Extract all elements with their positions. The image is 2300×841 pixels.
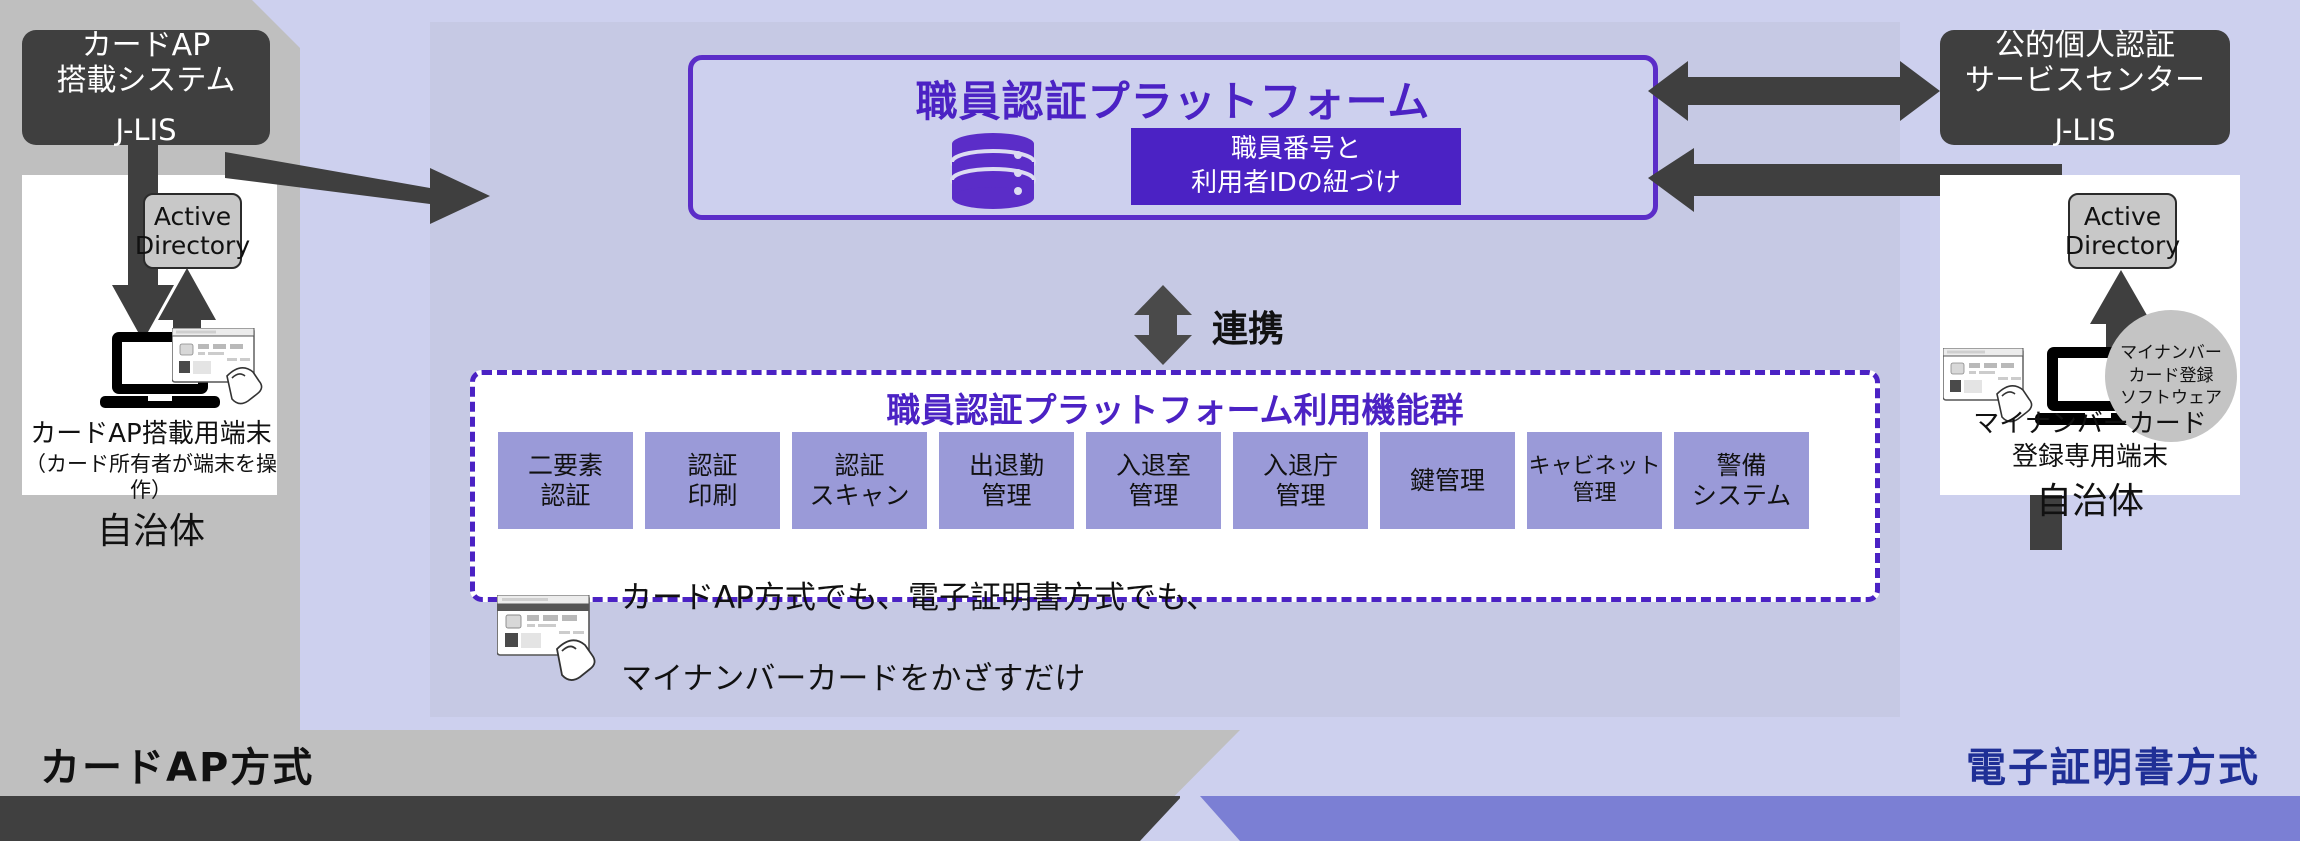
right-system-line1: 公的個人認証 [1995,28,2175,63]
arrow-platform-to-right-system [1648,61,1940,121]
function-box[interactable]: 入退庁 管理 [1233,432,1368,529]
id-linkage-line1: 職員番号と [1230,134,1361,165]
card-tap-icon [497,594,596,681]
function-label-line2: スキャン [809,480,910,510]
software-note-line2: カード登録 [2128,365,2214,386]
banner-left-bar-diagonal [1140,796,1182,841]
id-linkage-line2: 利用者IDの紐づけ [1191,167,1401,198]
function-label-line1: 認証 [687,450,738,480]
function-label-line2: 管理 [1275,480,1326,510]
card-tap-icon [172,328,263,405]
right-system-line2: サービスセンター [1965,63,2205,99]
function-label-line1: 鍵管理 [1409,465,1485,495]
arrow-left-to-platform [225,152,490,224]
left-system-org: J-LIS [115,112,177,147]
banner-right-label: 電子証明書方式 [1966,745,2260,791]
function-label-line2: 管理 [1572,480,1617,506]
platform-title: 職員認証プラットフォーム [915,77,1431,126]
function-box[interactable]: 出退勤 管理 [939,432,1074,529]
function-label-line2: 管理 [1128,480,1179,510]
function-box[interactable]: 鍵管理 [1380,432,1515,529]
active-directory-right: Active Directory [2064,193,2181,269]
left-terminal-line1: カードAP搭載用端末 [30,419,272,449]
function-label-line1: キャビネット [1528,454,1661,480]
function-box[interactable]: 入退室 管理 [1086,432,1221,529]
functions-note: カードAP方式でも、電子証明書方式でも、 マイナンバーカードをかざすだけ [497,538,1217,739]
function-label-line1: 出退勤 [968,450,1044,480]
function-box-row: 二要素 認証 認証 印刷 認証 スキャン 出退勤 管理 入退室 管理 入退庁 管… [498,432,1809,529]
database-icon [950,133,1036,209]
function-label-line2: 認証 [540,480,591,510]
right-terminal-line1: マイナンバーカード [1973,409,2207,439]
platform-box: 職員認証プラットフォーム 職員番号と 利用者IDの紐づけ [688,55,1658,220]
right-terminal-line3: 自治体 [2035,481,2144,522]
ad-right-line2: Directory [2064,231,2181,260]
function-label-line1: 認証 [834,450,885,480]
right-terminal-caption: マイナンバーカード 登録専用端末 自治体 [1940,408,2240,524]
software-note-line1: マイナンバー [2120,343,2222,364]
left-system-line1: カードAP [81,28,211,63]
left-terminal-line3: 自治体 [96,511,205,552]
function-label-line1: 入退室 [1115,450,1191,480]
function-label-line1: 二要素 [527,450,603,480]
double-arrow-vertical-icon [1134,285,1192,365]
function-label-line1: 入退庁 [1262,450,1338,480]
banner-right-bar [1200,796,2300,841]
left-system-line2: 搭載システム [56,63,236,99]
function-box[interactable]: キャビネット 管理 [1527,432,1662,529]
function-label-line2: 印刷 [687,480,738,510]
right-terminal-line2: 登録専用端末 [2011,441,2168,472]
left-terminal-line2: （カード所有者が端末を操作） [25,451,277,502]
banner-right-bar-diagonal [1200,796,1240,841]
software-note-line3: ソフトウェア [2120,388,2222,409]
banner-left-label: カードAP方式 [40,745,315,791]
function-box[interactable]: 認証 印刷 [645,432,780,529]
ad-right-line1: Active [2083,201,2162,231]
diagram-canvas: カードAP 搭載システム J-LIS Active Directory カードA… [0,0,2300,841]
function-label-line2: 管理 [981,480,1032,510]
left-system-box: カードAP 搭載システム J-LIS [22,28,270,147]
functions-note-text: カードAP方式でも、電子証明書方式でも、 マイナンバーカードをかざすだけ [621,538,1217,739]
id-linkage-box: 職員番号と 利用者IDの紐づけ [1131,128,1461,205]
right-system-box: 公的個人認証 サービスセンター J-LIS [1940,28,2230,147]
renkei-label: 連携 [1212,309,1285,350]
function-box[interactable]: 認証 スキャン [792,432,927,529]
functions-note-line1: カードAP方式でも、電子証明書方式でも、 [621,580,1218,617]
left-terminal-caption: カードAP搭載用端末 （カード所有者が端末を操作） 自治体 [22,418,280,554]
banner-left-bar [0,796,1180,841]
functions-note-line2: マイナンバーカードをかざすだけ [621,660,1086,697]
function-box[interactable]: 二要素 認証 [498,432,633,529]
